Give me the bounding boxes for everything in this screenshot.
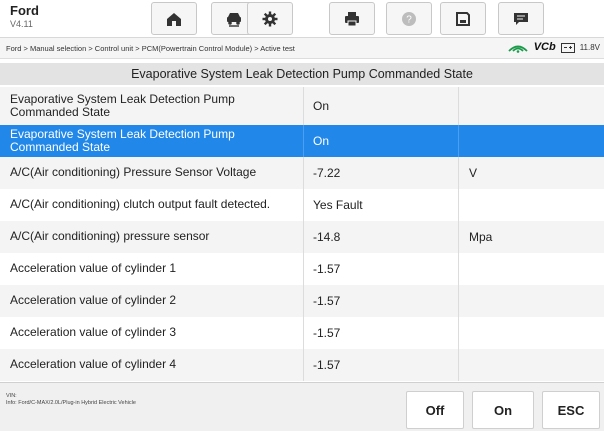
svg-text:?: ?: [406, 14, 412, 25]
table-row[interactable]: A/C(Air conditioning) clutch output faul…: [0, 189, 604, 221]
table-row[interactable]: A/C(Air conditioning) pressure sensor -14…: [0, 221, 604, 253]
wifi-signal-icon: [508, 45, 528, 53]
brand-name: Ford: [10, 3, 39, 18]
message-button[interactable]: [498, 2, 544, 35]
row-unit: [458, 253, 604, 285]
row-name: A/C(Air conditioning) pressure sensor: [10, 229, 210, 244]
software-version: V4.11: [10, 19, 33, 29]
row-unit: Mpa: [458, 221, 604, 253]
table-row[interactable]: Acceleration value of cylinder 4 -1.57: [0, 349, 604, 381]
row-name: Acceleration value of cylinder 4: [10, 357, 177, 372]
row-value: On: [303, 125, 458, 157]
section-title: Evaporative System Leak Detection Pump C…: [0, 63, 604, 85]
settings-button[interactable]: [247, 2, 293, 35]
vehicle-swap-icon: [227, 12, 241, 27]
data-stream-table[interactable]: Evaporative System Leak Detection Pump C…: [0, 87, 604, 381]
vci-status: VCb 11.8V: [507, 41, 600, 53]
settings-gear-icon: [262, 11, 278, 26]
vin-label: VIN:: [6, 393, 17, 399]
top-toolbar: Ford V4.11 ?: [0, 0, 604, 38]
row-unit: [458, 285, 604, 317]
table-row[interactable]: Acceleration value of cylinder 3 -1.57: [0, 317, 604, 349]
row-value: On: [303, 87, 458, 125]
row-value: -1.57: [303, 253, 458, 285]
row-name: A/C(Air conditioning) clutch output faul…: [10, 197, 271, 212]
message-icon: [514, 12, 528, 25]
row-unit: [458, 125, 604, 157]
row-unit: [458, 317, 604, 349]
row-value: Yes Fault: [303, 189, 458, 221]
row-name: Acceleration value of cylinder 1: [10, 261, 177, 276]
row-unit: [458, 189, 604, 221]
home-button[interactable]: [151, 2, 197, 35]
table-row[interactable]: Evaporative System Leak Detection Pump C…: [0, 87, 604, 125]
home-icon: [167, 12, 181, 26]
battery-voltage: 11.8V: [579, 42, 600, 52]
row-name: Evaporative System Leak Detection Pump C…: [10, 126, 235, 154]
footer-bar: VIN: Info: Ford/C-MAX/2.0L/Plug-in Hybri…: [0, 382, 604, 431]
battery-icon: [560, 42, 575, 53]
table-row-selected[interactable]: Evaporative System Leak Detection Pump C…: [0, 125, 604, 157]
row-value: -1.57: [303, 285, 458, 317]
row-name: A/C(Air conditioning) Pressure Sensor Vo…: [10, 165, 257, 180]
on-button[interactable]: On: [472, 391, 534, 429]
row-name: Acceleration value of cylinder 3: [10, 325, 177, 340]
help-button[interactable]: ?: [386, 2, 432, 35]
row-value: -7.22: [303, 157, 458, 189]
save-button[interactable]: [440, 2, 486, 35]
row-name: Acceleration value of cylinder 2: [10, 293, 177, 308]
table-row[interactable]: A/C(Air conditioning) Pressure Sensor Vo…: [0, 157, 604, 189]
row-unit: [458, 349, 604, 381]
row-unit: V: [458, 157, 604, 189]
save-icon: [456, 11, 470, 26]
help-icon: ?: [402, 11, 416, 26]
table-row[interactable]: Acceleration value of cylinder 2 -1.57: [0, 285, 604, 317]
print-button[interactable]: [329, 2, 375, 35]
vci-label: VCb: [533, 41, 556, 53]
breadcrumb: Ford > Manual selection > Control unit >…: [6, 44, 295, 53]
vehicle-info: VIN: Info: Ford/C-MAX/2.0L/Plug-in Hybri…: [6, 393, 136, 407]
brand-block: Ford V4.11: [10, 4, 39, 29]
breadcrumb-bar: Ford > Manual selection > Control unit >…: [0, 38, 604, 59]
row-value: -1.57: [303, 349, 458, 381]
vehicle-info-text: Info: Ford/C-MAX/2.0L/Plug-in Hybrid Ele…: [6, 400, 136, 407]
table-row[interactable]: Acceleration value of cylinder 1 -1.57: [0, 253, 604, 285]
row-value: -1.57: [303, 317, 458, 349]
row-unit: [458, 87, 604, 125]
print-icon: [345, 11, 359, 26]
off-button[interactable]: Off: [406, 391, 464, 429]
row-value: -14.8: [303, 221, 458, 253]
esc-button[interactable]: ESC: [542, 391, 600, 429]
row-name: Evaporative System Leak Detection Pump C…: [10, 91, 235, 119]
